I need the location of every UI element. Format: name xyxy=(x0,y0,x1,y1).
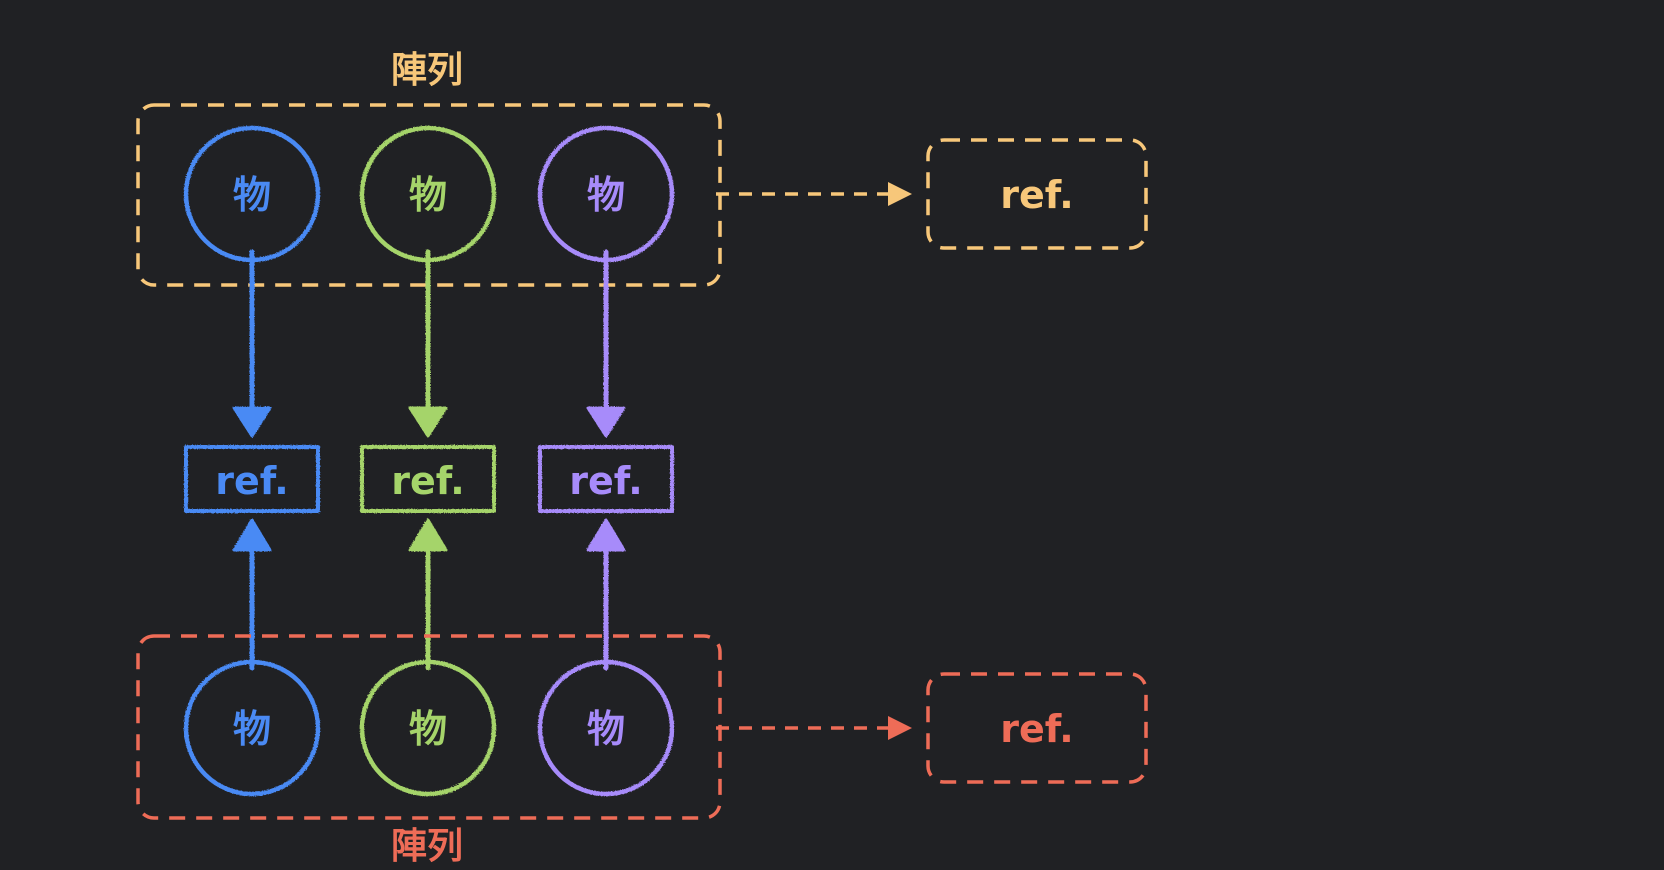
bottom-object-blue-label: 物 xyxy=(233,707,271,751)
bottom-object-blue: 物 xyxy=(183,659,321,797)
bottom-group-arrow xyxy=(716,716,912,740)
top-object-purple: 物 xyxy=(537,125,675,263)
ref-box-blue-label: ref. xyxy=(215,459,288,503)
diagram-svg: 陣列 物 物 物 ref. ref. ref. ref. 物 物 物 ref. … xyxy=(136,50,1148,867)
arrow-top-to-ref-green xyxy=(408,249,448,438)
ref-box-green-label: ref. xyxy=(391,459,464,503)
ref-box-green: ref. xyxy=(360,445,496,513)
top-group-ref-label: ref. xyxy=(1000,173,1073,217)
arrow-bottom-to-ref-green xyxy=(408,518,448,671)
arrow-bottom-to-ref-blue xyxy=(232,518,272,671)
bottom-object-green: 物 xyxy=(359,659,497,797)
top-group-arrow xyxy=(716,182,912,206)
bottom-object-purple: 物 xyxy=(537,659,675,797)
bottom-object-green-label: 物 xyxy=(409,707,447,751)
top-object-blue-label: 物 xyxy=(233,173,271,217)
ref-box-purple-label: ref. xyxy=(569,459,642,503)
ref-box-purple: ref. xyxy=(538,445,674,513)
diagram-canvas: 陣列 物 物 物 ref. ref. ref. ref. 物 物 物 ref. … xyxy=(0,0,1664,867)
top-object-green-label: 物 xyxy=(409,173,447,217)
bottom-group-label: 陣列 xyxy=(391,826,463,866)
bottom-object-purple-label: 物 xyxy=(587,707,625,751)
top-object-purple-label: 物 xyxy=(587,173,625,217)
top-group-label: 陣列 xyxy=(391,50,463,91)
top-object-green: 物 xyxy=(359,125,497,263)
ref-box-blue: ref. xyxy=(184,445,320,513)
top-object-blue: 物 xyxy=(183,125,321,263)
arrow-bottom-to-ref-purple xyxy=(586,518,626,671)
top-group-ref-box: ref. xyxy=(926,138,1148,250)
arrow-top-to-ref-purple xyxy=(586,249,626,438)
bottom-group-ref-label: ref. xyxy=(1000,707,1073,751)
bottom-group-ref-box: ref. xyxy=(926,672,1148,784)
arrow-top-to-ref-blue xyxy=(232,249,272,438)
